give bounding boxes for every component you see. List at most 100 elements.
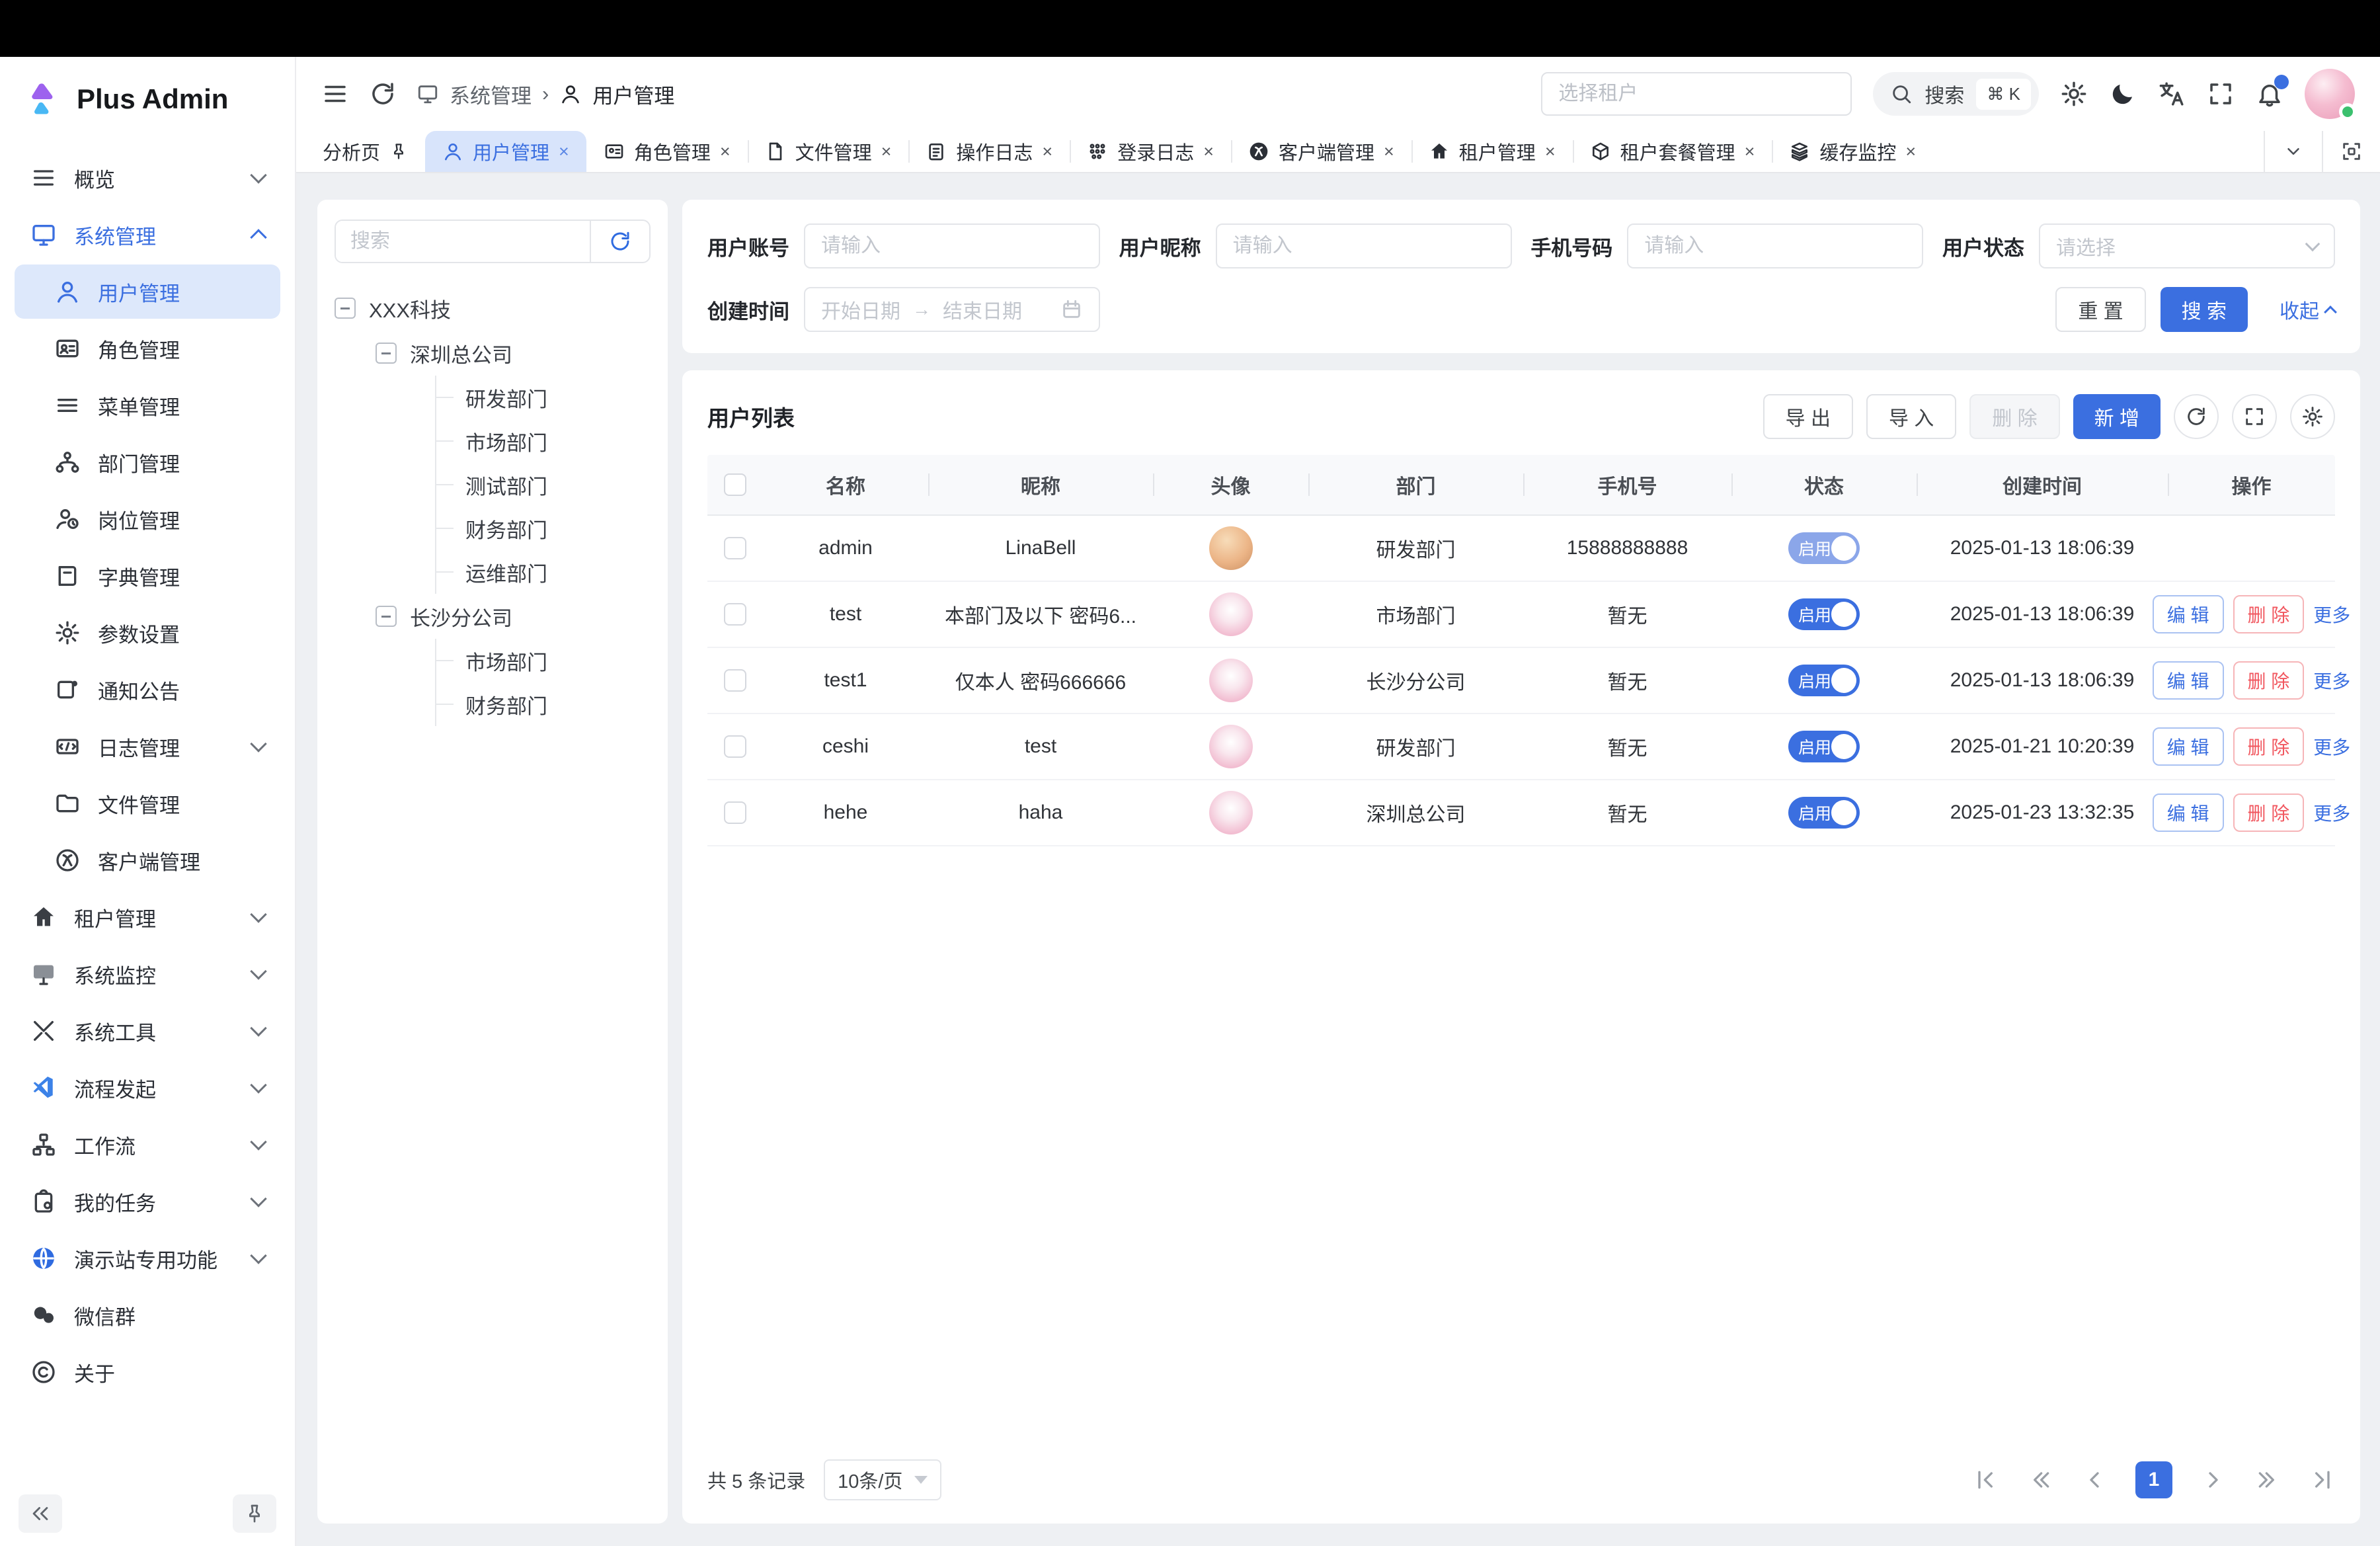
translate-icon[interactable] [2158, 80, 2186, 108]
tree-node[interactable]: 深圳总公司 [376, 331, 651, 376]
table-row[interactable]: test 本部门及以下 密码6... 市场部门 暂无 启用 2025-01-13… [707, 582, 2335, 648]
sidebar-item-system-management[interactable]: 系统管理 [15, 208, 280, 262]
page-size-select[interactable]: 10条/页 [824, 1459, 941, 1500]
collapse-box-icon[interactable] [376, 343, 397, 364]
close-icon[interactable]: × [881, 142, 892, 162]
tenant-select[interactable] [1541, 72, 1852, 116]
sidebar-item-menu-management[interactable]: 菜单管理 [15, 378, 280, 432]
logo[interactable]: Plus Admin [0, 67, 295, 131]
delete-button[interactable]: 删 除 [1969, 394, 2059, 439]
sidebar-collapse-button[interactable] [19, 1494, 62, 1533]
tree-node[interactable]: 测试部门 [436, 463, 651, 507]
delete-row-button[interactable]: 删 除 [2233, 793, 2305, 832]
add-button[interactable]: 新 增 [2073, 394, 2161, 439]
sidebar-item-process-initiation[interactable]: 流程发起 [15, 1061, 280, 1115]
sidebar-item-system-tools[interactable]: 系统工具 [15, 1004, 280, 1058]
close-icon[interactable]: × [720, 142, 731, 162]
tree-node[interactable]: XXX科技 [335, 286, 651, 331]
sidebar-pin-button[interactable] [233, 1494, 276, 1533]
date-range-picker[interactable]: 开始日期 → 结束日期 [804, 287, 1100, 332]
next-page-button[interactable] [2200, 1467, 2227, 1493]
select-all-checkbox[interactable] [724, 473, 746, 496]
prev-group-button[interactable] [2027, 1467, 2053, 1493]
sidebar-item-post-management[interactable]: 岗位管理 [15, 492, 280, 546]
tree-node[interactable]: 财务部门 [436, 507, 651, 550]
delete-row-button[interactable]: 删 除 [2233, 661, 2305, 700]
row-checkbox[interactable] [724, 669, 746, 692]
tree-node[interactable]: 研发部门 [436, 376, 651, 419]
sidebar-item-dictionary-management[interactable]: 字典管理 [15, 549, 280, 603]
tabs-dropdown-button[interactable] [2264, 131, 2322, 172]
sidebar-item-log-management[interactable]: 日志管理 [15, 719, 280, 774]
status-select[interactable]: 请选择 [2039, 224, 2335, 268]
close-icon[interactable]: × [559, 142, 569, 162]
tab-operation-log[interactable]: 操作日志 × [908, 131, 1070, 172]
more-button[interactable]: 更多 [2313, 799, 2350, 826]
close-icon[interactable]: × [1384, 142, 1394, 162]
sidebar-item-system-monitor[interactable]: 系统监控 [15, 947, 280, 1001]
sidebar-item-notice-announcement[interactable]: 通知公告 [15, 663, 280, 717]
first-page-button[interactable] [1973, 1467, 1999, 1493]
sidebar-item-client-management[interactable]: 客户端管理 [15, 833, 280, 887]
sidebar-item-tenant-management[interactable]: 租户管理 [15, 890, 280, 944]
tab-tenant-management[interactable]: 租户管理 × [1411, 131, 1573, 172]
phone-field[interactable] [1627, 224, 1923, 268]
pin-icon[interactable] [389, 142, 408, 161]
sidebar-item-my-tasks[interactable]: 我的任务 [15, 1174, 280, 1229]
edit-button[interactable]: 编 辑 [2153, 793, 2224, 832]
close-icon[interactable]: × [1905, 142, 1916, 162]
nickname-field[interactable] [1216, 224, 1512, 268]
settings-gear-icon[interactable] [2060, 80, 2088, 108]
phone-input[interactable] [1644, 235, 1906, 257]
row-checkbox[interactable] [724, 603, 746, 626]
account-input[interactable] [821, 235, 1083, 257]
tab-tenant-package-management[interactable]: 租户套餐管理 × [1573, 131, 1772, 172]
tree-refresh-button[interactable] [590, 221, 649, 262]
tree-node[interactable]: 长沙分公司 [376, 594, 651, 639]
reset-button[interactable]: 重 置 [2055, 287, 2145, 332]
notifications-bell[interactable] [2256, 80, 2283, 108]
hamburger-menu-icon[interactable] [321, 80, 349, 108]
tab-role-management[interactable]: 角色管理 × [586, 131, 748, 172]
status-toggle[interactable]: 启用 [1788, 665, 1860, 696]
row-checkbox[interactable] [724, 801, 746, 824]
status-toggle[interactable]: 启用 [1788, 731, 1860, 762]
sidebar-item-department-management[interactable]: 部门管理 [15, 435, 280, 489]
export-button[interactable]: 导 出 [1763, 394, 1853, 439]
collapse-box-icon[interactable] [335, 298, 356, 319]
sidebar-item-workflow[interactable]: 工作流 [15, 1118, 280, 1172]
sidebar-item-user-management[interactable]: 用户管理 [15, 264, 280, 319]
close-icon[interactable]: × [1545, 142, 1556, 162]
table-refresh-button[interactable] [2174, 394, 2219, 439]
sidebar-item-wechat-group[interactable]: 微信群 [15, 1288, 280, 1342]
table-row[interactable]: ceshi test 研发部门 暂无 启用 2025-01-21 10:20:3… [707, 714, 2335, 780]
tab-client-management[interactable]: 客户端管理 × [1231, 131, 1411, 172]
table-row[interactable]: test1 仅本人 密码666666 长沙分公司 暂无 启用 2025-01-1… [707, 648, 2335, 714]
status-toggle[interactable]: 启用 [1788, 598, 1860, 630]
prev-page-button[interactable] [2081, 1467, 2108, 1493]
sidebar-item-overview[interactable]: 概览 [15, 151, 280, 205]
account-field[interactable] [804, 224, 1100, 268]
current-page[interactable]: 1 [2135, 1461, 2172, 1498]
import-button[interactable]: 导 入 [1866, 394, 1956, 439]
next-group-button[interactable] [2254, 1467, 2281, 1493]
tree-search-input[interactable] [336, 221, 590, 262]
row-checkbox[interactable] [724, 537, 746, 559]
sidebar-item-parameter-settings[interactable]: 参数设置 [15, 606, 280, 660]
close-icon[interactable]: × [1745, 142, 1755, 162]
table-settings-button[interactable] [2290, 394, 2335, 439]
close-icon[interactable]: × [1042, 142, 1052, 162]
collapse-filters-link[interactable]: 收起 [2280, 295, 2335, 324]
global-search[interactable]: 搜索 ⌘ K [1873, 72, 2039, 116]
edit-button[interactable]: 编 辑 [2153, 727, 2224, 766]
delete-row-button[interactable]: 删 除 [2233, 595, 2305, 633]
collapse-box-icon[interactable] [376, 606, 397, 627]
close-icon[interactable]: × [1203, 142, 1214, 162]
row-checkbox[interactable] [724, 735, 746, 758]
tab-cache-monitor[interactable]: 缓存监控 × [1772, 131, 1933, 172]
tab-user-management[interactable]: 用户管理 × [425, 131, 586, 172]
tree-node[interactable]: 市场部门 [436, 639, 651, 682]
table-row[interactable]: admin LinaBell 研发部门 15888888888 启用 2025-… [707, 516, 2335, 582]
more-button[interactable]: 更多 [2313, 733, 2350, 760]
tab-analysis[interactable]: 分析页 [305, 131, 425, 172]
